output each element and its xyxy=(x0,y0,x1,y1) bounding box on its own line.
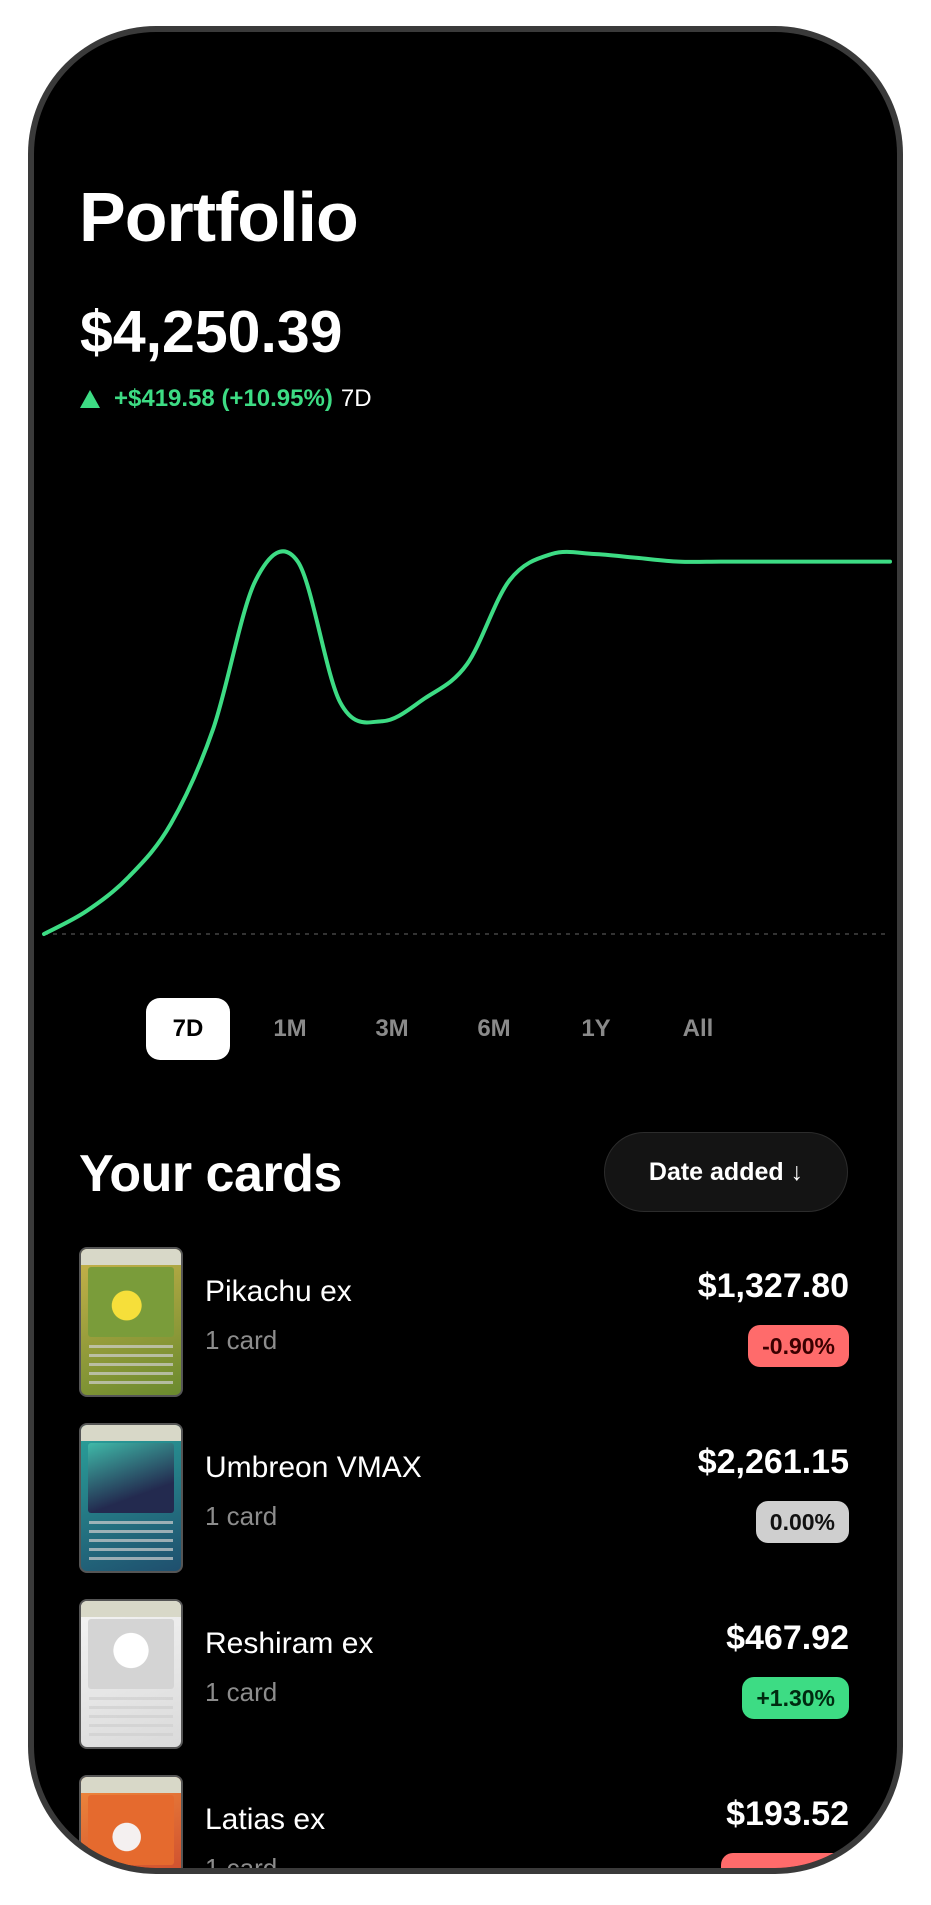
range-tab-6m[interactable]: 6M xyxy=(452,998,536,1060)
change-value: +$419.58 (+10.95%) xyxy=(114,385,333,412)
card-thumbnail xyxy=(79,1423,183,1573)
card-quantity: 1 card xyxy=(205,1677,278,1707)
card-thumbnail xyxy=(79,1775,183,1868)
range-tab-7d[interactable]: 7D xyxy=(146,998,230,1060)
card-name: Pikachu ex xyxy=(205,1275,352,1308)
section-title: Your cards xyxy=(79,1145,342,1203)
card-row[interactable]: Latias ex 1 card $193.52 xyxy=(79,1775,849,1868)
time-range-selector: 7D 1M 3M 6M 1Y All xyxy=(146,998,740,1060)
card-price: $193.52 xyxy=(726,1795,849,1833)
card-thumb-art xyxy=(88,1267,174,1337)
card-name: Reshiram ex xyxy=(205,1627,374,1660)
card-price: $467.92 xyxy=(726,1619,849,1657)
screen: Portfolio $4,250.39 +$419.58 (+10.95%) 7… xyxy=(34,32,897,1868)
page-title: Portfolio xyxy=(79,178,359,256)
card-thumb-art xyxy=(88,1619,174,1689)
card-row[interactable]: Pikachu ex 1 card $1,327.80 -0.90% xyxy=(79,1247,849,1397)
card-thumb-text xyxy=(89,1697,173,1741)
card-change-badge: 0.00% xyxy=(755,1501,849,1543)
range-tab-1y[interactable]: 1Y xyxy=(554,998,638,1060)
card-thumb-art xyxy=(88,1795,174,1865)
card-change-badge: +1.30% xyxy=(742,1677,849,1719)
card-thumb-text xyxy=(89,1345,173,1389)
card-thumbnail xyxy=(79,1247,183,1397)
card-thumb-text xyxy=(89,1521,173,1565)
card-thumb-header xyxy=(81,1425,181,1441)
triangle-up-icon xyxy=(80,390,100,408)
portfolio-chart[interactable] xyxy=(34,502,897,982)
card-thumb-header xyxy=(81,1777,181,1793)
portfolio-total: $4,250.39 xyxy=(80,299,343,365)
card-thumb-header xyxy=(81,1249,181,1265)
chart-line xyxy=(42,549,892,936)
card-quantity: 1 card xyxy=(205,1325,278,1355)
portfolio-change: +$419.58 (+10.95%) 7D xyxy=(80,385,372,413)
card-price: $2,261.15 xyxy=(697,1443,849,1481)
sort-button[interactable]: Date added ↓ xyxy=(604,1132,848,1212)
card-row[interactable]: Reshiram ex 1 card $467.92 +1.30% xyxy=(79,1599,849,1749)
card-change-badge: -0.90% xyxy=(748,1325,849,1367)
card-price: $1,327.80 xyxy=(697,1267,849,1305)
card-thumb-header xyxy=(81,1601,181,1617)
card-quantity: 1 card xyxy=(205,1501,278,1531)
phone-frame: Portfolio $4,250.39 +$419.58 (+10.95%) 7… xyxy=(28,26,903,1874)
card-name: Latias ex xyxy=(205,1803,326,1836)
range-tab-3m[interactable]: 3M xyxy=(350,998,434,1060)
range-tab-1m[interactable]: 1M xyxy=(248,998,332,1060)
card-quantity: 1 card xyxy=(205,1853,278,1868)
change-period: 7D xyxy=(340,385,372,412)
card-change-badge xyxy=(721,1853,849,1868)
card-row[interactable]: Umbreon VMAX 1 card $2,261.15 0.00% xyxy=(79,1423,849,1573)
card-thumb-art xyxy=(88,1443,174,1513)
card-name: Umbreon VMAX xyxy=(205,1451,422,1484)
card-thumbnail xyxy=(79,1599,183,1749)
range-tab-all[interactable]: All xyxy=(656,998,740,1060)
